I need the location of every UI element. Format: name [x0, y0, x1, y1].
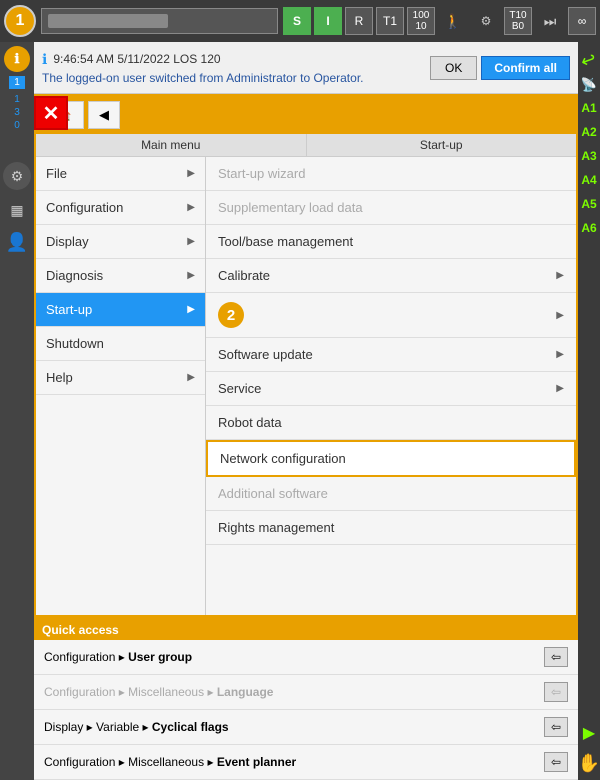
submenu-item-startup-wizard: Start-up wizard	[206, 157, 576, 191]
quick-access: Quick access Configuration ▸ User group …	[34, 617, 578, 780]
menu-item-display[interactable]: Display ▶	[36, 225, 205, 259]
submenu-item-network-config[interactable]: Network configuration 3	[206, 440, 576, 477]
info-time-row: ℹ 9:46:54 AM 5/11/2022 LOS 120	[42, 51, 430, 68]
quick-access-header: Quick access	[34, 620, 578, 640]
info-time-text: 9:46:54 AM 5/11/2022 LOS 120	[53, 52, 220, 66]
submenu-item-badge2[interactable]: 2 ▶	[206, 293, 576, 338]
submenu-item-calibrate[interactable]: Calibrate ▶	[206, 259, 576, 293]
arrow-icon: ▶	[187, 168, 195, 179]
arrow-icon: ▶	[556, 383, 564, 394]
left-panel-icon1[interactable]: ℹ	[4, 46, 30, 72]
left-side-panel: ℹ 1 1 3 0 ⚙ ▦ 👤	[0, 42, 34, 780]
menu-item-help[interactable]: Help ▶	[36, 361, 205, 395]
menu-item-configuration[interactable]: Configuration ▶	[36, 191, 205, 225]
info-buttons: OK Confirm all	[430, 56, 570, 80]
submenu-item-tool-base[interactable]: Tool/base management	[206, 225, 576, 259]
screen-icon[interactable]: ▦	[3, 196, 31, 224]
quick-access-label-1: Configuration ▸ Miscellaneous ▸ Language	[44, 685, 273, 699]
quick-access-label-2: Display ▸ Variable ▸ Cyclical flags	[44, 720, 229, 734]
panel-label-a3[interactable]: A3	[581, 149, 596, 163]
menu-item-startup[interactable]: Start-up ▶	[36, 293, 205, 327]
panel-label-a6[interactable]: A6	[581, 221, 596, 235]
left-counter-1: 1	[9, 76, 25, 89]
panel-label-a5[interactable]: A5	[581, 197, 596, 211]
tool-icon: ⚙	[471, 6, 501, 36]
quick-access-item-3[interactable]: Configuration ▸ Miscellaneous ▸ Event pl…	[34, 745, 578, 780]
main-content: 🏠 ◀ Main menu Start-up File ▶ Configurat…	[34, 42, 578, 780]
btn-t10[interactable]: T10 B0	[504, 7, 532, 35]
arrow-icon: ▶	[187, 202, 195, 213]
quick-access-label-3: Configuration ▸ Miscellaneous ▸ Event pl…	[44, 755, 296, 769]
info-message: The logged-on user switched from Adminis…	[42, 71, 430, 85]
btn-s[interactable]: S	[283, 7, 311, 35]
ok-button[interactable]: OK	[430, 56, 477, 80]
arrow-icon: ▶	[556, 349, 564, 360]
quick-nav-btn-2[interactable]: ⇦	[544, 717, 568, 737]
btn-i[interactable]: I	[314, 7, 342, 35]
btn-t1[interactable]: T1	[376, 7, 404, 35]
menu-header: 🏠 ◀	[36, 96, 576, 134]
submenu-item-service[interactable]: Service ▶	[206, 372, 576, 406]
right-menu-col: Start-up wizard Supplementary load data …	[206, 157, 576, 615]
left-menu-col: File ▶ Configuration ▶ Display ▶ Diagnos…	[36, 157, 206, 615]
menu-item-shutdown[interactable]: Shutdown	[36, 327, 205, 361]
quick-nav-btn-3[interactable]: ⇦	[544, 752, 568, 772]
arrow-icon: ▶	[556, 310, 564, 321]
menu-rows: File ▶ Configuration ▶ Display ▶ Diagnos…	[36, 157, 576, 615]
submenu-item-rights-management[interactable]: Rights management	[206, 511, 576, 545]
arrow-icon: ▶	[187, 372, 195, 383]
submenu-item-additional-software: Additional software	[206, 477, 576, 511]
right-col-header: Start-up	[307, 134, 577, 156]
curved-arrow-icon[interactable]: ↩	[578, 48, 599, 73]
submenu-item-robot-data[interactable]: Robot data	[206, 406, 576, 440]
quick-nav-btn-0[interactable]: ⇦	[544, 647, 568, 667]
btn-infinity[interactable]: ∞	[568, 7, 596, 35]
btn-speed[interactable]: 100 10	[407, 7, 435, 35]
arrow-icon: ▶	[556, 270, 564, 281]
quick-nav-btn-1: ⇦	[544, 682, 568, 702]
btn-r[interactable]: R	[345, 7, 373, 35]
submenu-item-software-update[interactable]: Software update ▶	[206, 338, 576, 372]
menu-item-diagnosis[interactable]: Diagnosis ▶	[36, 259, 205, 293]
panel-label-a2[interactable]: A2	[581, 125, 596, 139]
top-toolbar: 1 S I R T1 100 10 🚶 ⚙ T10 B0 ⏭ ∞	[0, 0, 600, 42]
walk-icon: 🚶	[438, 6, 468, 36]
panel-label-a1[interactable]: A1	[581, 101, 596, 115]
arrow-icon: ▶	[187, 304, 195, 315]
badge-2: 2	[218, 302, 244, 328]
column-headers: Main menu Start-up	[36, 134, 576, 157]
main-menu-container: 🏠 ◀ Main menu Start-up File ▶ Configurat…	[34, 94, 578, 617]
badge-1: 1	[4, 5, 36, 37]
info-bar: ℹ 9:46:54 AM 5/11/2022 LOS 120 The logge…	[34, 42, 578, 94]
gear-icon[interactable]: ⚙	[3, 162, 31, 190]
left-col-header: Main menu	[36, 134, 307, 156]
confirm-all-button[interactable]: Confirm all	[481, 56, 570, 80]
info-content: ℹ 9:46:54 AM 5/11/2022 LOS 120 The logge…	[42, 51, 430, 85]
quick-access-item-1: Configuration ▸ Miscellaneous ▸ Language…	[34, 675, 578, 710]
back-button[interactable]: ◀	[88, 101, 120, 129]
submenu-item-supplementary: Supplementary load data	[206, 191, 576, 225]
quick-access-label-0: Configuration ▸ User group	[44, 650, 192, 664]
arrow-icon: ▶	[187, 236, 195, 247]
left-numbers: 1 3 0	[14, 93, 20, 132]
quick-access-item-2[interactable]: Display ▸ Variable ▸ Cyclical flags ⇦	[34, 710, 578, 745]
info-icon: ℹ	[42, 51, 47, 68]
person-icon[interactable]: 👤	[3, 228, 31, 256]
satellite-icon[interactable]: 📡	[581, 77, 597, 93]
menu-item-file[interactable]: File ▶	[36, 157, 205, 191]
skip-icon[interactable]: ⏭	[535, 6, 565, 36]
quick-access-item-0[interactable]: Configuration ▸ User group ⇦	[34, 640, 578, 675]
right-side-panel: ↩ 📡 A1 A2 A3 A4 A5 A6 ▶ ✋	[578, 42, 600, 780]
right-arrow-icon[interactable]: ▶	[583, 723, 595, 743]
hand-icon[interactable]: ✋	[578, 753, 600, 774]
panel-label-a4[interactable]: A4	[581, 173, 596, 187]
close-button[interactable]: ✕	[34, 96, 68, 130]
arrow-icon: ▶	[187, 270, 195, 281]
